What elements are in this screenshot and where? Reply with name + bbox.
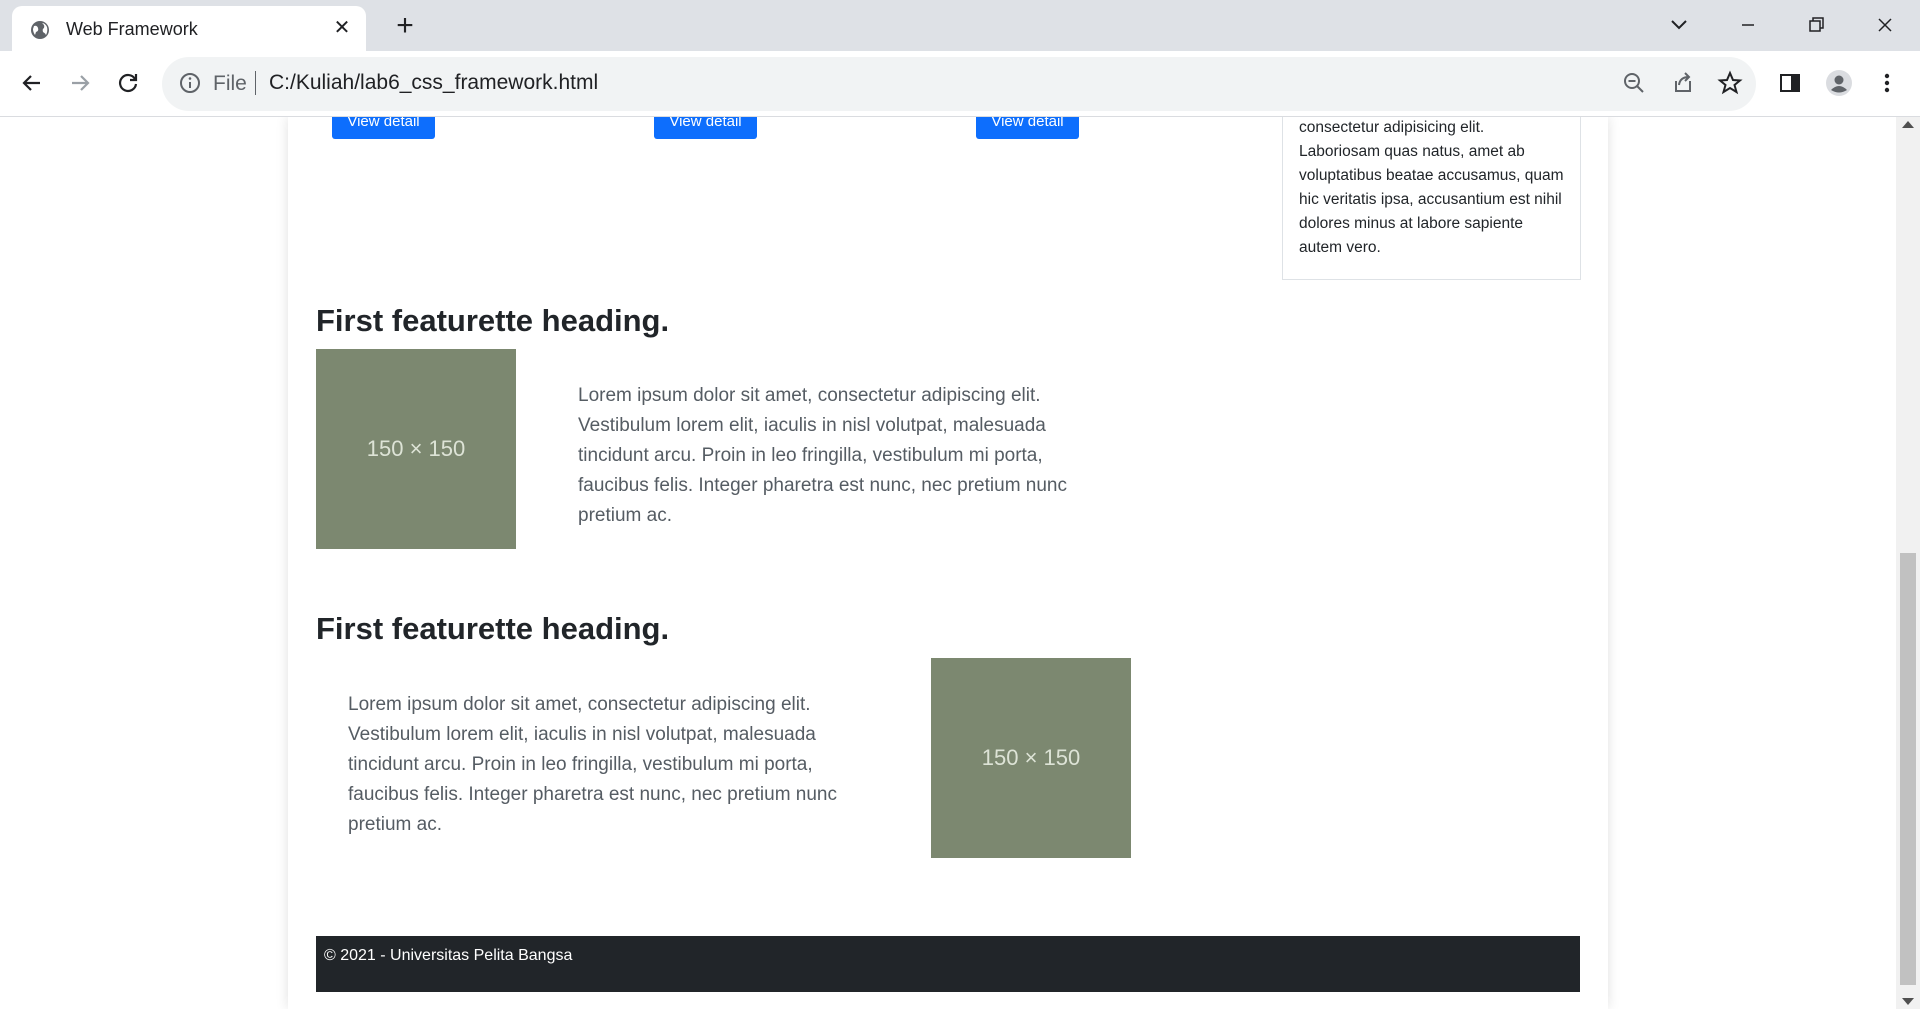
view-detail-button-1[interactable]: View detail	[332, 117, 435, 139]
featurette-image-1: 150 × 150	[316, 349, 516, 549]
plus-icon[interactable]: +	[390, 11, 420, 42]
sidebar-text: consectetur adipisicing elit. Laboriosam…	[1299, 119, 1564, 256]
tab-web-framework[interactable]: Web Framework ✕	[12, 6, 366, 51]
info-icon[interactable]	[178, 71, 202, 95]
featurette-text-1: Lorem ipsum dolor sit amet, consectetur …	[578, 385, 1067, 526]
omnibox-file-label: File	[213, 72, 247, 95]
scrollbar[interactable]	[1896, 117, 1920, 1009]
star-icon[interactable]	[1714, 67, 1746, 99]
footer-text: © 2021 - Universitas Pelita Bangsa	[324, 947, 573, 964]
featurette-heading-1: First featurette heading.	[316, 303, 670, 338]
chevron-down-icon[interactable]	[1664, 10, 1694, 40]
view-detail-button-3[interactable]: View detail	[976, 117, 1079, 139]
scroll-up-arrow[interactable]	[1902, 121, 1914, 128]
menu-dots-icon[interactable]	[1871, 67, 1903, 99]
toolbar: File C:/Kuliah/lab6_css_framework.html	[0, 51, 1920, 117]
close-window-icon[interactable]	[1870, 10, 1900, 40]
tab-strip: Web Framework ✕ +	[0, 0, 1920, 51]
omnibox-separator	[255, 71, 256, 95]
profile-icon[interactable]	[1823, 67, 1855, 99]
featurette-image-2: 150 × 150	[931, 658, 1131, 858]
restore-icon[interactable]	[1801, 10, 1831, 40]
zoom-out-icon[interactable]	[1618, 67, 1650, 99]
view-detail-button-2[interactable]: View detail	[654, 117, 757, 139]
share-icon[interactable]	[1667, 67, 1699, 99]
featurette-text-2: Lorem ipsum dolor sit amet, consectetur …	[348, 694, 837, 835]
globe-icon	[31, 21, 49, 39]
sidebar-card: consectetur adipisicing elit. Laboriosam…	[1282, 117, 1581, 280]
minimize-icon[interactable]	[1733, 10, 1763, 40]
featurette-heading-2: First featurette heading.	[316, 611, 670, 646]
close-icon[interactable]: ✕	[330, 16, 354, 40]
forward-icon[interactable]	[64, 67, 96, 99]
page-viewport: View detail View detail View detail cons…	[0, 117, 1896, 1009]
reload-icon[interactable]	[112, 67, 144, 99]
scroll-thumb[interactable]	[1900, 553, 1916, 985]
side-panel-icon[interactable]	[1774, 67, 1806, 99]
footer: © 2021 - Universitas Pelita Bangsa	[316, 936, 1580, 992]
page-container: View detail View detail View detail cons…	[288, 117, 1608, 1009]
scroll-down-arrow[interactable]	[1902, 998, 1914, 1005]
back-icon[interactable]	[16, 67, 48, 99]
url-text[interactable]: C:/Kuliah/lab6_css_framework.html	[269, 71, 598, 95]
tab-title: Web Framework	[66, 19, 198, 39]
